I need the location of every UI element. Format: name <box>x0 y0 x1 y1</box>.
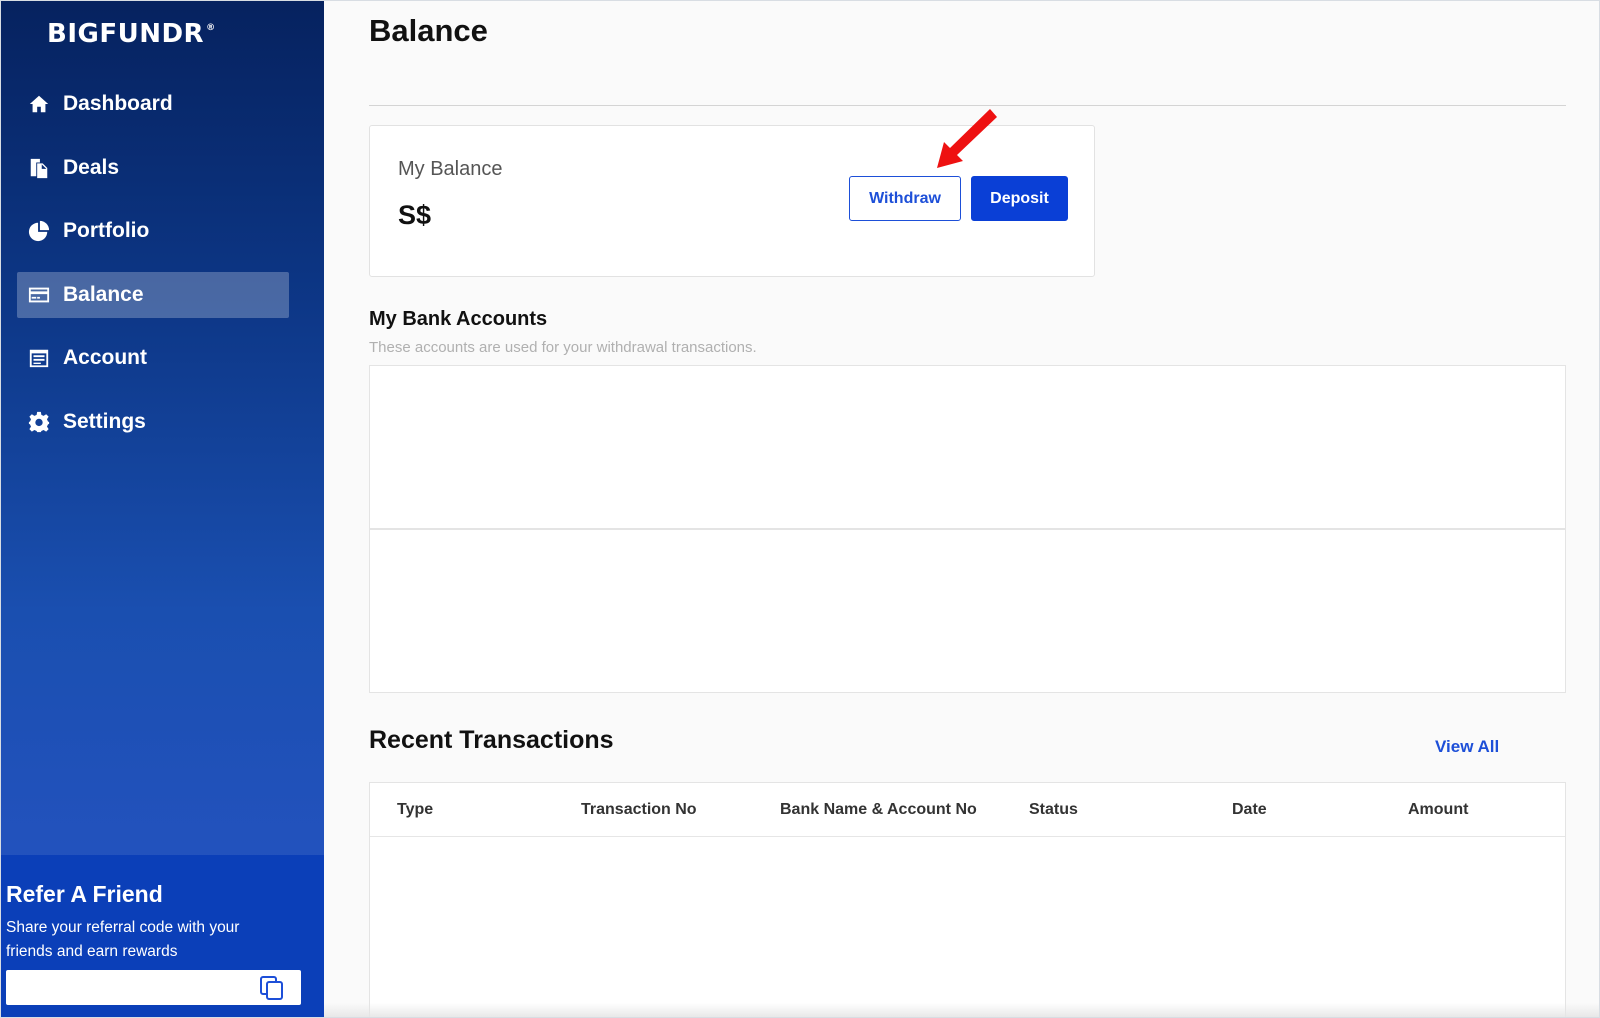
refer-title: Refer A Friend <box>6 881 163 907</box>
view-all-link[interactable]: View All <box>1435 737 1499 757</box>
sidebar-item-deals[interactable]: Deals <box>17 145 289 191</box>
column-header-amount[interactable]: Amount <box>1408 801 1468 819</box>
home-icon <box>27 92 51 116</box>
bank-accounts-subtitle: These accounts are used for your withdra… <box>369 339 757 356</box>
sidebar-item-balance[interactable]: Balance <box>17 271 289 318</box>
column-header-transaction-no[interactable]: Transaction No <box>581 801 697 819</box>
bank-accounts-title: My Bank Accounts <box>369 308 548 330</box>
app-window: BIGFUNDR ® Dashboard Deals Portfolio Bal… <box>0 0 1600 1018</box>
sidebar-nav: Dashboard Deals Portfolio Balance Accoun… <box>17 81 289 462</box>
table-header: Type Transaction No Bank Name & Account … <box>370 783 1565 837</box>
sidebar-item-settings[interactable]: Settings <box>17 399 289 445</box>
withdraw-button[interactable]: Withdraw <box>849 176 961 221</box>
bank-account-card[interactable] <box>369 365 1566 529</box>
column-header-bank-account[interactable]: Bank Name & Account No <box>780 801 977 819</box>
logo-text: BIGFUNDR <box>47 19 205 49</box>
transactions-table: Type Transaction No Bank Name & Account … <box>369 782 1566 1017</box>
recent-transactions-title: Recent Transactions <box>369 726 614 754</box>
balance-label: My Balance <box>398 158 503 180</box>
sidebar-item-label: Account <box>63 346 147 369</box>
column-header-type[interactable]: Type <box>397 801 433 819</box>
column-header-status[interactable]: Status <box>1029 801 1078 819</box>
sidebar-item-label: Settings <box>63 409 146 433</box>
annotation-arrow-icon <box>937 109 997 168</box>
sidebar-item-account[interactable]: Account <box>17 335 289 381</box>
credit-card-icon <box>27 283 51 307</box>
copy-icon[interactable] <box>259 975 285 1001</box>
bank-account-card[interactable] <box>369 529 1566 693</box>
pie-chart-icon <box>27 219 51 243</box>
bottom-edge <box>324 1003 1599 1017</box>
balance-amount: S$ <box>398 200 432 230</box>
sidebar-item-label: Balance <box>63 282 144 306</box>
sidebar-item-dashboard[interactable]: Dashboard <box>17 81 289 127</box>
gear-icon <box>27 410 51 434</box>
main-content: Balance My Balance S$ Withdraw Deposit M… <box>324 1 1599 1017</box>
documents-icon <box>27 156 51 180</box>
referral-code-input[interactable] <box>6 970 246 1005</box>
sidebar-item-label: Dashboard <box>63 92 173 115</box>
refer-a-friend-panel: Refer A Friend Share your referral code … <box>1 855 324 1017</box>
refer-description: Share your referral code with your frien… <box>6 919 240 960</box>
page-title: Balance <box>369 13 488 48</box>
referral-code-field <box>6 970 301 1005</box>
registered-mark: ® <box>206 23 216 33</box>
column-header-date[interactable]: Date <box>1232 801 1267 819</box>
sidebar-item-label: Deals <box>63 155 120 179</box>
brand-logo[interactable]: BIGFUNDR ® <box>47 19 216 49</box>
sidebar: BIGFUNDR ® Dashboard Deals Portfolio Bal… <box>1 1 324 1017</box>
sidebar-item-label: Portfolio <box>63 219 150 242</box>
deposit-button[interactable]: Deposit <box>971 176 1068 221</box>
sidebar-item-portfolio[interactable]: Portfolio <box>17 208 289 254</box>
ledger-icon <box>27 346 51 370</box>
